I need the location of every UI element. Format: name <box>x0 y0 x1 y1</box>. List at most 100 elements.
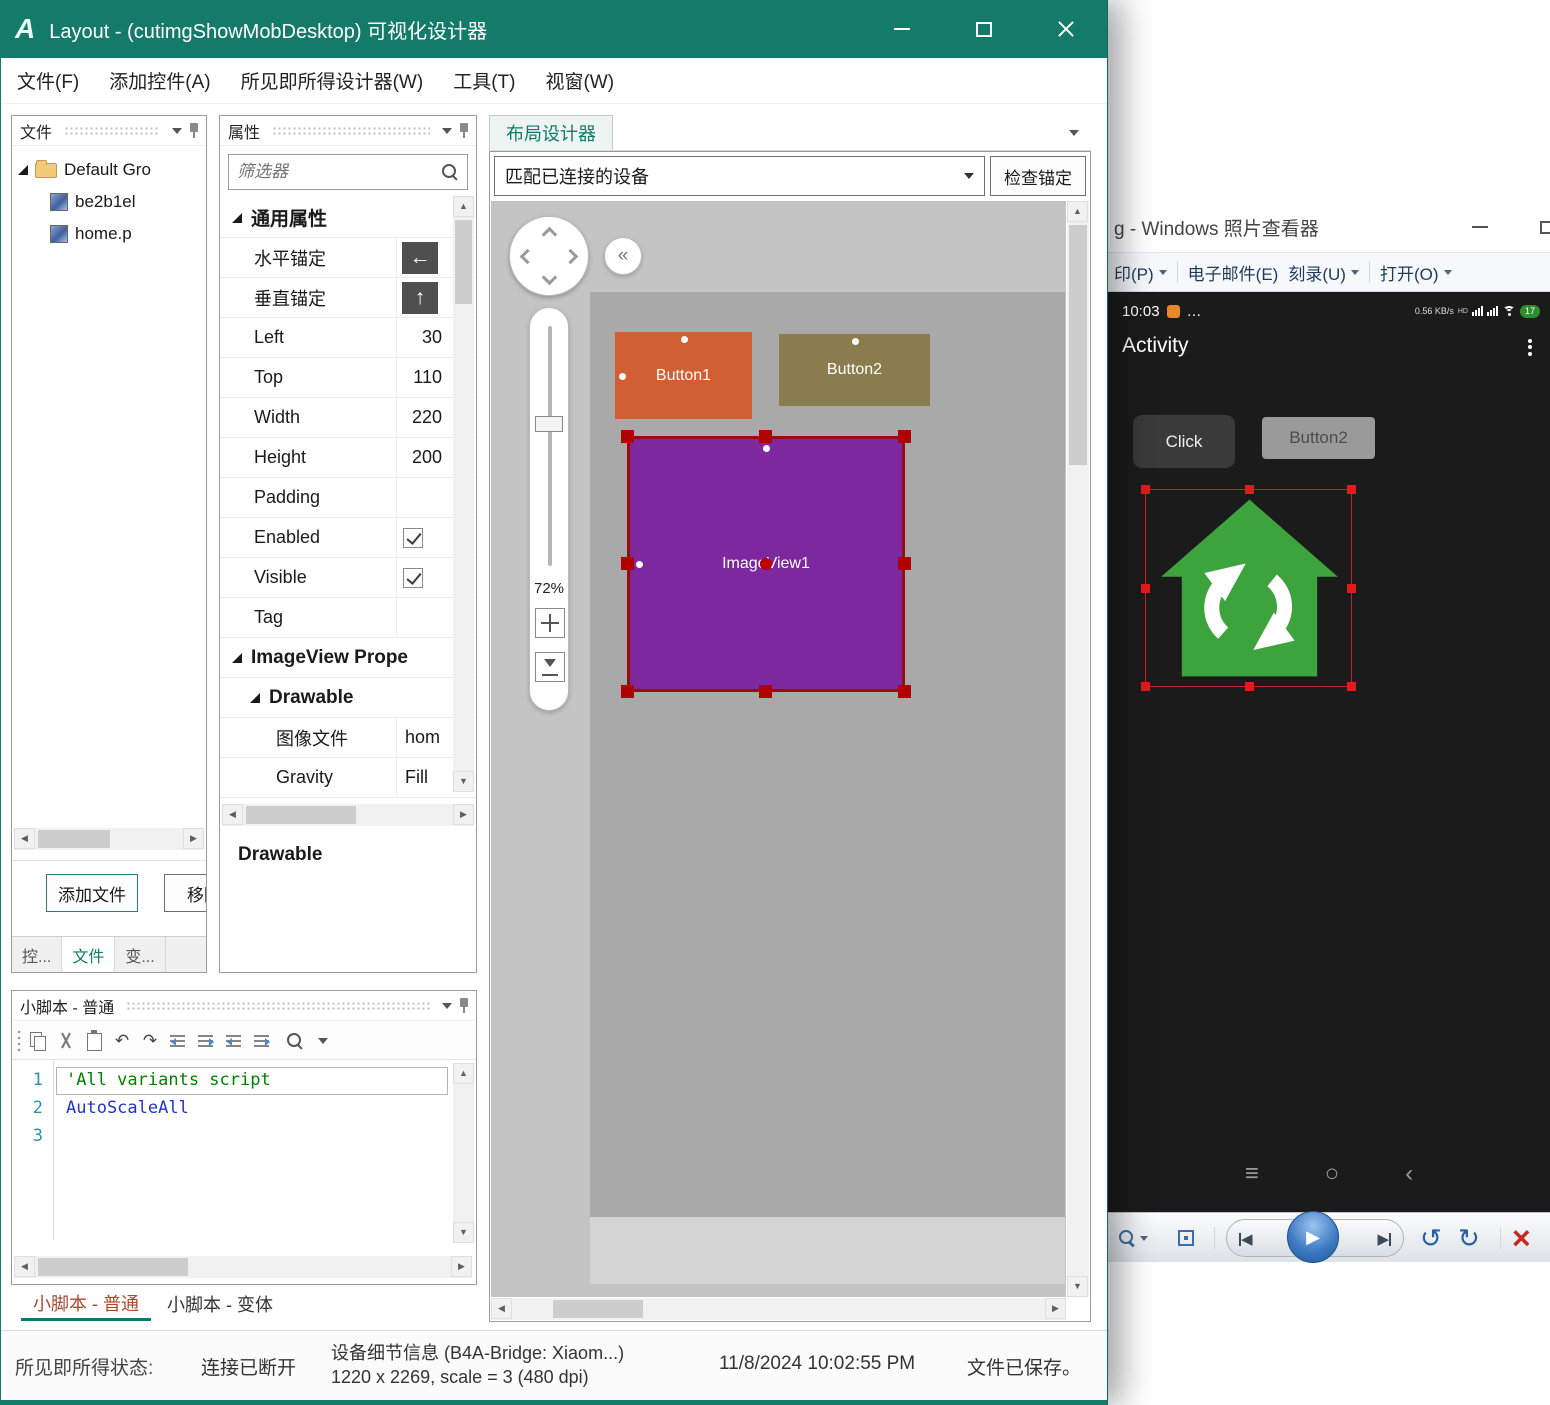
search-icon[interactable] <box>286 1032 304 1050</box>
maximize-button[interactable] <box>943 0 1025 58</box>
cut-icon[interactable] <box>54 1029 78 1053</box>
menu-file[interactable]: 文件(F) <box>17 67 79 94</box>
scroll-down-icon[interactable]: ▼ <box>453 1222 474 1243</box>
filter-input[interactable] <box>237 162 441 182</box>
pan-up-icon[interactable] <box>541 226 558 243</box>
enabled-checkbox[interactable] <box>403 527 423 548</box>
scroll-left-icon[interactable]: ◀ <box>222 804 243 825</box>
resize-handle[interactable] <box>898 430 911 443</box>
scrollbar-thumb[interactable] <box>38 1258 188 1276</box>
print-menu[interactable]: 印(P) <box>1114 260 1167 285</box>
zoom-control[interactable] <box>1118 1213 1148 1263</box>
tab-layout-designer[interactable]: 布局设计器 <box>489 115 613 150</box>
properties-vertical-scrollbar[interactable]: ▲ ▼ <box>453 196 474 792</box>
tab-script-general[interactable]: 小脚本 - 普通 <box>21 1287 151 1321</box>
resize-handle[interactable] <box>621 685 634 698</box>
expander-icon[interactable] <box>18 165 28 175</box>
send-to-device-button[interactable] <box>535 652 565 682</box>
tab-files[interactable]: 文件 <box>62 937 116 972</box>
selection-handle[interactable] <box>1141 584 1150 593</box>
scrollbar-thumb[interactable] <box>1069 225 1087 465</box>
resize-handle[interactable] <box>621 557 634 570</box>
scroll-right-icon[interactable]: ▶ <box>183 828 204 849</box>
actual-size-button[interactable] <box>1178 1213 1194 1263</box>
zoom-slider-track[interactable] <box>548 326 552 566</box>
script-editor[interactable]: 1 2 3 'All variants script AutoScaleAll <box>12 1061 476 1240</box>
tab-controls[interactable]: 控... <box>12 937 63 972</box>
collapse-tools-button[interactable]: « <box>604 237 642 275</box>
scroll-left-icon[interactable]: ◀ <box>14 1256 35 1277</box>
move-tool-button[interactable] <box>535 608 565 638</box>
device-selector-dropdown[interactable]: 匹配已连接的设备 <box>494 156 985 196</box>
rotate-cw-button[interactable]: ↻ <box>1458 1213 1480 1263</box>
selection-handle[interactable] <box>1244 682 1254 691</box>
designer-button2[interactable]: Button2 <box>779 334 930 406</box>
resize-handle[interactable] <box>898 557 911 570</box>
scroll-right-icon[interactable]: ▶ <box>453 804 474 825</box>
minimize-icon[interactable] <box>1472 226 1488 228</box>
pan-right-icon[interactable] <box>562 248 579 265</box>
menu-wysiwyg-designer[interactable]: 所见即所得设计器(W) <box>241 67 424 94</box>
chevron-down-icon[interactable] <box>442 1002 452 1009</box>
chevron-down-icon[interactable] <box>172 127 182 134</box>
scrollbar-thumb[interactable] <box>246 806 356 824</box>
remove-file-button[interactable]: 移除 <box>164 874 206 912</box>
pan-down-icon[interactable] <box>541 269 558 286</box>
tree-item-file[interactable]: be2b1el <box>12 186 206 218</box>
zoom-slider-handle[interactable] <box>535 416 563 432</box>
design-canvas[interactable]: Button1 Button2 ImageView1 <box>491 201 1066 1297</box>
selection-handle[interactable] <box>1347 682 1356 691</box>
resize-handle[interactable] <box>621 430 634 443</box>
kebab-menu-icon[interactable] <box>1528 336 1532 358</box>
menu-window[interactable]: 视窗(W) <box>545 67 614 94</box>
scrollbar-thumb[interactable] <box>553 1300 643 1318</box>
device-screen[interactable] <box>590 292 1065 1217</box>
designer-imageview1[interactable]: ImageView1 <box>621 430 911 698</box>
section-imageview[interactable]: ImageView Prope <box>220 638 476 678</box>
open-menu[interactable]: 打开(O) <box>1380 260 1452 285</box>
undo-icon[interactable]: ↶ <box>110 1029 134 1053</box>
selection-handle[interactable] <box>1141 485 1150 494</box>
copy-icon[interactable] <box>26 1029 50 1053</box>
scroll-down-icon[interactable]: ▼ <box>453 771 474 792</box>
pin-icon[interactable] <box>458 122 470 139</box>
outdent-icon[interactable] <box>166 1029 190 1053</box>
selection-handle[interactable] <box>1347 485 1356 494</box>
resize-handle[interactable] <box>898 685 911 698</box>
toolbar-grip[interactable] <box>16 1028 22 1053</box>
scroll-right-icon[interactable]: ▶ <box>1045 1298 1066 1319</box>
selection-handle[interactable] <box>1347 584 1356 593</box>
resize-handle[interactable] <box>759 685 772 698</box>
redo-icon[interactable]: ↷ <box>138 1029 162 1053</box>
uncomment-icon[interactable] <box>250 1029 274 1053</box>
chevron-down-icon[interactable] <box>1069 129 1079 136</box>
scroll-left-icon[interactable]: ◀ <box>14 828 35 849</box>
check-anchors-button[interactable]: 检查锚定 <box>990 156 1086 196</box>
resize-handle[interactable] <box>759 430 772 443</box>
visible-checkbox[interactable] <box>403 567 423 588</box>
comment-icon[interactable] <box>222 1029 246 1053</box>
pin-icon[interactable] <box>458 997 470 1014</box>
v-anchor-top-icon[interactable]: ↑ <box>402 281 438 314</box>
scroll-up-icon[interactable]: ▲ <box>1067 201 1088 222</box>
rotate-ccw-button[interactable]: ↺ <box>1420 1213 1442 1263</box>
previous-button[interactable]: ◀ <box>1239 1220 1253 1258</box>
pan-left-icon[interactable] <box>519 248 536 265</box>
designer-button1[interactable]: Button1 <box>615 332 752 419</box>
scrollbar-thumb[interactable] <box>38 830 110 848</box>
scroll-down-icon[interactable]: ▼ <box>1067 1276 1088 1297</box>
scroll-up-icon[interactable]: ▲ <box>453 196 474 217</box>
back-icon[interactable]: ‹ <box>1405 1160 1413 1188</box>
maximize-icon[interactable] <box>1540 220 1550 234</box>
home-icon[interactable]: ○ <box>1325 1160 1340 1188</box>
close-button[interactable] <box>1025 0 1107 58</box>
properties-horizontal-scrollbar[interactable]: ◀ ▶ <box>222 804 474 826</box>
designer-horizontal-scrollbar[interactable]: ◀ ▶ <box>491 1298 1066 1320</box>
h-anchor-left-icon[interactable]: ← <box>402 241 438 274</box>
center-anchor-dot[interactable] <box>760 558 772 570</box>
menu-tools[interactable]: 工具(T) <box>453 67 515 94</box>
property-filter-box[interactable] <box>228 154 468 190</box>
designer-vertical-scrollbar[interactable]: ▲ ▼ <box>1067 201 1089 1297</box>
email-menu[interactable]: 电子邮件(E) <box>1188 260 1279 285</box>
indent-icon[interactable] <box>194 1029 218 1053</box>
